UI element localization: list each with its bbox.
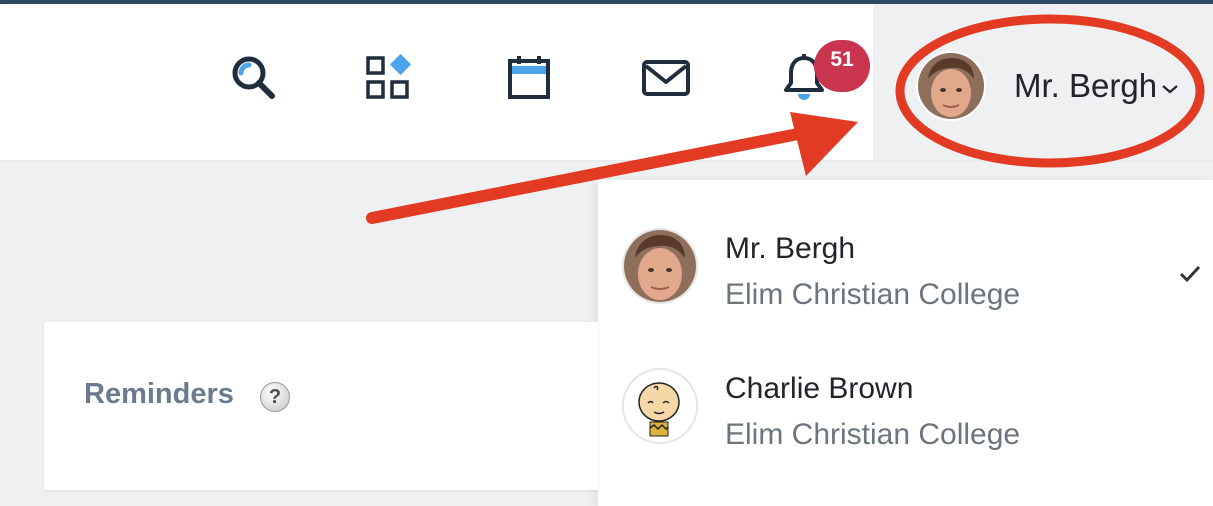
user-avatar <box>918 53 984 119</box>
search-icon <box>232 56 275 99</box>
mail-button[interactable] <box>640 52 692 104</box>
account-avatar <box>622 368 698 444</box>
notification-badge: 51 <box>814 40 870 92</box>
apps-icon <box>366 53 412 99</box>
apps-button[interactable] <box>364 52 416 104</box>
calendar-button[interactable] <box>504 52 556 104</box>
account-school: Elim Christian College <box>725 278 1021 311</box>
check-icon <box>1179 265 1201 283</box>
user-menu-trigger[interactable]: Mr. Bergh <box>918 44 1208 128</box>
account-name: Mr. Bergh <box>725 232 856 265</box>
reminders-card: Reminders ? <box>44 322 598 490</box>
account-item-mr-bergh[interactable]: Mr. Bergh Elim Christian College <box>598 208 1213 348</box>
user-name: Mr. Bergh <box>1014 67 1158 104</box>
account-avatar <box>622 228 698 304</box>
user-switch-dropdown: Mr. Bergh Elim Christian College Charlie… <box>598 180 1213 506</box>
help-icon[interactable]: ? <box>260 382 290 412</box>
mail-icon <box>642 60 690 96</box>
calendar-icon <box>508 56 550 99</box>
search-button[interactable] <box>228 52 280 104</box>
chevron-down-icon <box>1162 85 1178 94</box>
account-name: Charlie Brown <box>725 372 914 405</box>
account-school: Elim Christian College <box>725 418 1021 451</box>
reminders-title: Reminders <box>84 378 234 410</box>
account-item-charlie-brown[interactable]: Charlie Brown Elim Christian College <box>598 348 1213 488</box>
